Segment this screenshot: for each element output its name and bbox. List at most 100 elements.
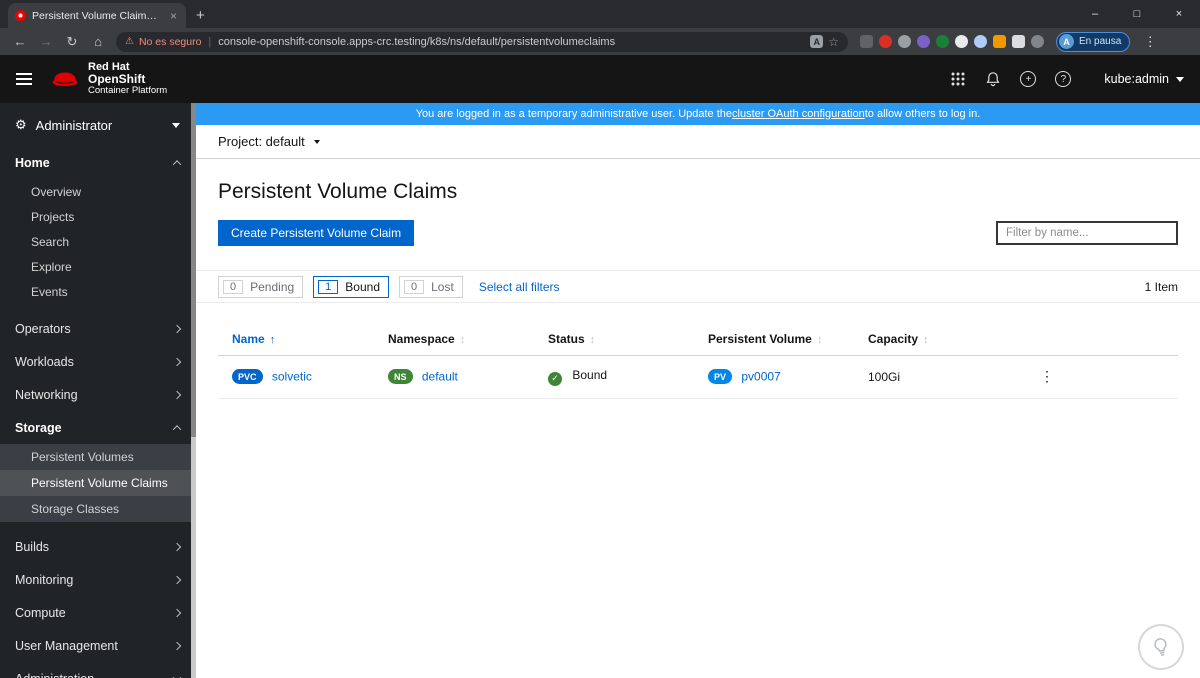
sidebar-item-label: Networking (15, 388, 78, 402)
window-controls: – □ × (1074, 0, 1200, 28)
url-text[interactable]: console-openshift-console.apps-crc.testi… (218, 36, 805, 48)
sidebar-item-label: Builds (15, 540, 50, 554)
project-selector[interactable]: Project: default (218, 134, 320, 149)
select-all-filters-link[interactable]: Select all filters (479, 280, 560, 294)
sidebar-item-explore[interactable]: Explore (0, 254, 196, 279)
sidebar: ⚙ Administrator Home Overview Projects Sear… (0, 103, 196, 678)
close-button[interactable]: × (1158, 0, 1200, 28)
pv-link[interactable]: pv0007 (741, 370, 780, 384)
add-plus-circle-icon[interactable]: + (1020, 71, 1037, 87)
sidebar-item-home[interactable]: Home (0, 147, 196, 179)
sidebar-item-monitoring[interactable]: Monitoring (0, 564, 196, 596)
filter-chip-bound[interactable]: 1 Bound (313, 275, 389, 298)
column-header-capacity[interactable]: Capacity ↕ (854, 323, 1026, 356)
feedback-lightbulb-button[interactable] (1133, 619, 1189, 675)
tab-close-icon[interactable]: × (168, 9, 179, 23)
bookmark-star-icon[interactable]: ☆ (828, 35, 839, 49)
extension-icon[interactable] (993, 35, 1006, 48)
redhat-hat-icon (52, 72, 78, 86)
pending-count: 0 (223, 279, 244, 294)
extension-icon[interactable] (898, 35, 911, 48)
column-label: Namespace (388, 332, 455, 346)
pending-label: Pending (250, 279, 295, 294)
perspective-switcher[interactable]: ⚙ Administrator (0, 103, 196, 146)
sidebar-item-workloads[interactable]: Workloads (0, 346, 196, 378)
notifications-bell-icon[interactable] (985, 71, 1001, 87)
create-pvc-button[interactable]: Create Persistent Volume Claim (218, 220, 415, 246)
browser-tab-strip: Persistent Volume Claims - Red H × + – □… (0, 0, 1200, 28)
app-launcher-grid-icon[interactable] (950, 71, 966, 87)
sort-icon: ↕ (816, 334, 823, 346)
back-icon[interactable]: ← (8, 34, 32, 49)
url-separator: | (208, 35, 212, 48)
extension-icon[interactable] (1012, 35, 1025, 48)
help-question-circle-icon[interactable]: ? (1055, 71, 1072, 87)
column-header-namespace[interactable]: Namespace ↕ (374, 323, 534, 356)
sidebar-item-label: Home (15, 156, 50, 170)
extension-icon[interactable] (955, 35, 968, 48)
sidebar-item-label: Overview (31, 184, 82, 199)
home-icon[interactable]: ⌂ (86, 34, 110, 49)
sort-icon: ↕ (459, 334, 466, 346)
sidebar-item-user-management[interactable]: User Management (0, 630, 196, 662)
sidebar-item-overview[interactable]: Overview (0, 179, 196, 204)
sidebar-item-label: Operators (15, 322, 71, 336)
filter-by-name-input[interactable] (996, 221, 1178, 245)
oauth-config-link[interactable]: cluster OAuth configuration (732, 108, 865, 120)
sidebar-item-label: Projects (31, 209, 75, 224)
security-warning-label[interactable]: No es seguro (139, 36, 201, 48)
sidebar-item-operators[interactable]: Operators (0, 313, 196, 345)
capacity-value: 100Gi (868, 369, 901, 384)
browser-profile-button[interactable]: A En pausa (1056, 31, 1131, 52)
sidebar-item-projects[interactable]: Projects (0, 204, 196, 229)
security-warning-icon: ⚠ (125, 36, 134, 47)
masthead: Red Hat OpenShift Container Platform + ?… (0, 55, 1200, 103)
namespace-badge: NS (388, 369, 413, 385)
chevron-down-icon (172, 122, 180, 128)
extension-icon[interactable] (860, 35, 873, 48)
pvc-name-link[interactable]: solvetic (272, 370, 312, 384)
pvc-badge: PVC (232, 369, 263, 385)
browser-tab[interactable]: Persistent Volume Claims - Red H × (8, 3, 186, 28)
hamburger-menu-icon[interactable] (16, 70, 32, 88)
sidebar-item-label: Administration (15, 672, 94, 678)
column-header-persistent-volume[interactable]: Persistent Volume ↕ (694, 323, 854, 356)
row-kebab-menu-icon[interactable]: ⋮ (1040, 368, 1054, 385)
maximize-button[interactable]: □ (1116, 0, 1158, 28)
sidebar-item-persistent-volume-claims[interactable]: Persistent Volume Claims (0, 470, 196, 496)
sidebar-item-compute[interactable]: Compute (0, 597, 196, 629)
browser-menu-icon[interactable]: ⋮ (1140, 34, 1160, 50)
sidebar-item-networking[interactable]: Networking (0, 379, 196, 411)
new-tab-button[interactable]: + (196, 7, 205, 24)
sidebar-item-label: Workloads (15, 355, 74, 369)
pv-badge: PV (708, 369, 733, 385)
extension-icon[interactable] (917, 35, 930, 48)
reload-icon[interactable]: ↻ (60, 34, 84, 50)
extension-icon[interactable] (879, 35, 892, 48)
minimize-button[interactable]: – (1074, 0, 1116, 28)
sidebar-item-search[interactable]: Search (0, 229, 196, 254)
namespace-link[interactable]: default (422, 370, 458, 384)
sidebar-item-label: Compute (15, 606, 66, 620)
forward-icon[interactable]: → (34, 34, 58, 49)
column-header-status[interactable]: Status ↕ (534, 323, 694, 356)
column-header-name[interactable]: Name ↑ (218, 323, 374, 356)
address-bar[interactable]: ⚠ No es seguro | console-openshift-conso… (116, 31, 848, 52)
extension-icon[interactable] (974, 35, 987, 48)
sidebar-item-storage[interactable]: Storage (0, 412, 196, 444)
filter-chip-lost[interactable]: 0 Lost (399, 275, 463, 298)
sidebar-item-administration[interactable]: Administration (0, 663, 196, 678)
sidebar-item-storage-classes[interactable]: Storage Classes (0, 496, 196, 522)
translate-icon[interactable]: A (810, 35, 824, 48)
sidebar-item-persistent-volumes[interactable]: Persistent Volumes (0, 444, 196, 470)
chevron-right-icon (172, 641, 182, 651)
user-menu[interactable]: kube:admin (1104, 72, 1184, 86)
extension-icon[interactable] (1031, 35, 1044, 48)
sidebar-item-events[interactable]: Events (0, 279, 196, 304)
sidebar-item-builds[interactable]: Builds (0, 531, 196, 563)
filter-chip-pending[interactable]: 0 Pending (218, 275, 304, 298)
chevron-right-icon (172, 357, 182, 367)
tab-title: Persistent Volume Claims - Red H (32, 9, 162, 22)
temp-admin-banner: You are logged in as a temporary adminis… (196, 103, 1200, 125)
extension-icon[interactable] (936, 35, 949, 48)
